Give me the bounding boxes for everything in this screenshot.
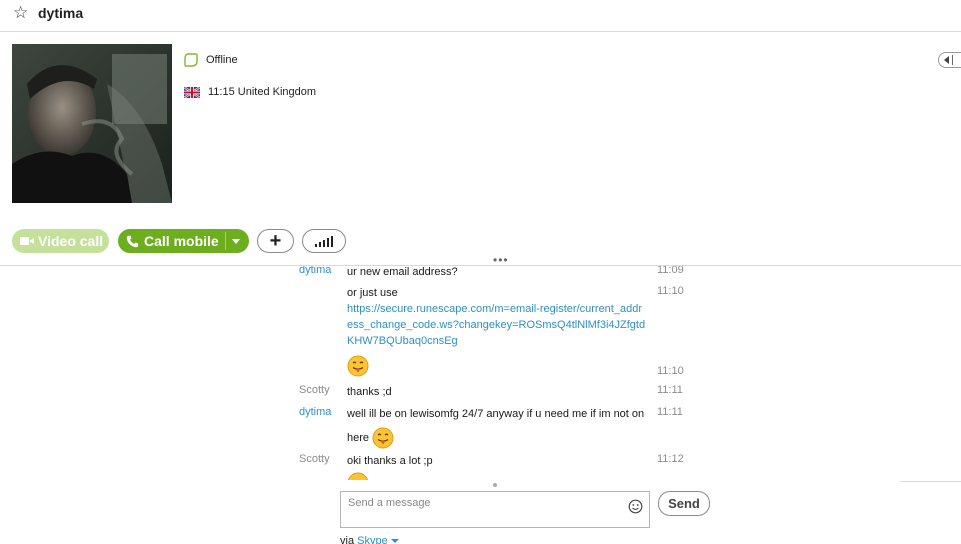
presence-status: Offline	[184, 53, 238, 67]
scroll-indicator	[493, 483, 497, 487]
message-input[interactable]	[348, 497, 618, 509]
tongue-out-emoji-icon	[347, 355, 369, 377]
message-history[interactable]: dytima ur new email address? 11:09 or ju…	[0, 266, 961, 480]
star-icon[interactable]: ☆	[13, 3, 28, 23]
message-text: well ill be on lewisomfg 24/7 anyway if …	[347, 402, 647, 450]
partial-emoji	[347, 472, 647, 480]
message-sender: Scotty	[299, 384, 330, 396]
message-sender: Scotty	[299, 453, 330, 465]
message-time: 11:12	[657, 453, 684, 465]
message-emoji	[347, 355, 647, 377]
message-time: 11:11	[657, 384, 683, 396]
video-call-label: Video call	[38, 233, 104, 249]
via-prefix: via	[340, 535, 355, 544]
conversation-header: ☆ dytima	[0, 0, 961, 32]
message-text: or just use https://secure.runescape.com…	[347, 285, 647, 349]
contact-name: dytima	[38, 5, 84, 21]
message-link[interactable]: https://secure.runescape.com/m=email-reg…	[347, 301, 647, 349]
message-composer[interactable]	[340, 491, 650, 528]
local-time-text: 11:15 United Kingdom	[208, 86, 317, 98]
message-text: thanks ;d	[347, 386, 392, 398]
message-text: oki thanks a lot ;p	[347, 455, 433, 467]
message-time: 11:11	[657, 406, 683, 418]
call-mobile-label: Call mobile	[144, 233, 219, 249]
message-time: 11:10	[657, 285, 684, 297]
avatar	[12, 44, 172, 203]
message-time: 11:10	[657, 365, 684, 377]
plus-icon: +	[269, 230, 282, 252]
status-text: Offline	[206, 54, 238, 66]
video-call-button[interactable]: Video call	[12, 229, 109, 253]
message-sender: dytima	[299, 266, 332, 276]
message-text-line: or just use	[347, 287, 398, 299]
call-mobile-button[interactable]: Call mobile	[118, 229, 249, 253]
video-camera-icon	[20, 236, 34, 246]
add-people-button[interactable]: +	[257, 229, 294, 253]
chevron-down-icon[interactable]	[390, 539, 399, 544]
collapse-panel-button[interactable]	[938, 52, 961, 68]
message-sender: dytima	[299, 406, 332, 418]
call-quality-icon	[315, 235, 333, 247]
message-time: 11:09	[657, 266, 684, 276]
emoticon-picker-icon[interactable]	[628, 499, 643, 514]
tongue-out-emoji-icon	[347, 472, 369, 480]
chevron-left-icon	[944, 56, 949, 64]
uk-flag-icon	[184, 86, 200, 98]
divider	[900, 481, 961, 482]
local-time: 11:15 United Kingdom	[184, 86, 316, 98]
offline-status-icon	[184, 53, 198, 67]
call-quality-button[interactable]	[302, 229, 346, 253]
message-text: ur new email address?	[347, 266, 458, 278]
phone-icon	[126, 235, 139, 247]
tongue-out-emoji-icon	[372, 427, 394, 449]
via-service-selector[interactable]: Skype	[357, 535, 388, 544]
chevron-down-icon[interactable]	[232, 239, 240, 244]
send-button[interactable]: Send	[658, 491, 710, 516]
via-service: via Skype	[340, 535, 399, 544]
